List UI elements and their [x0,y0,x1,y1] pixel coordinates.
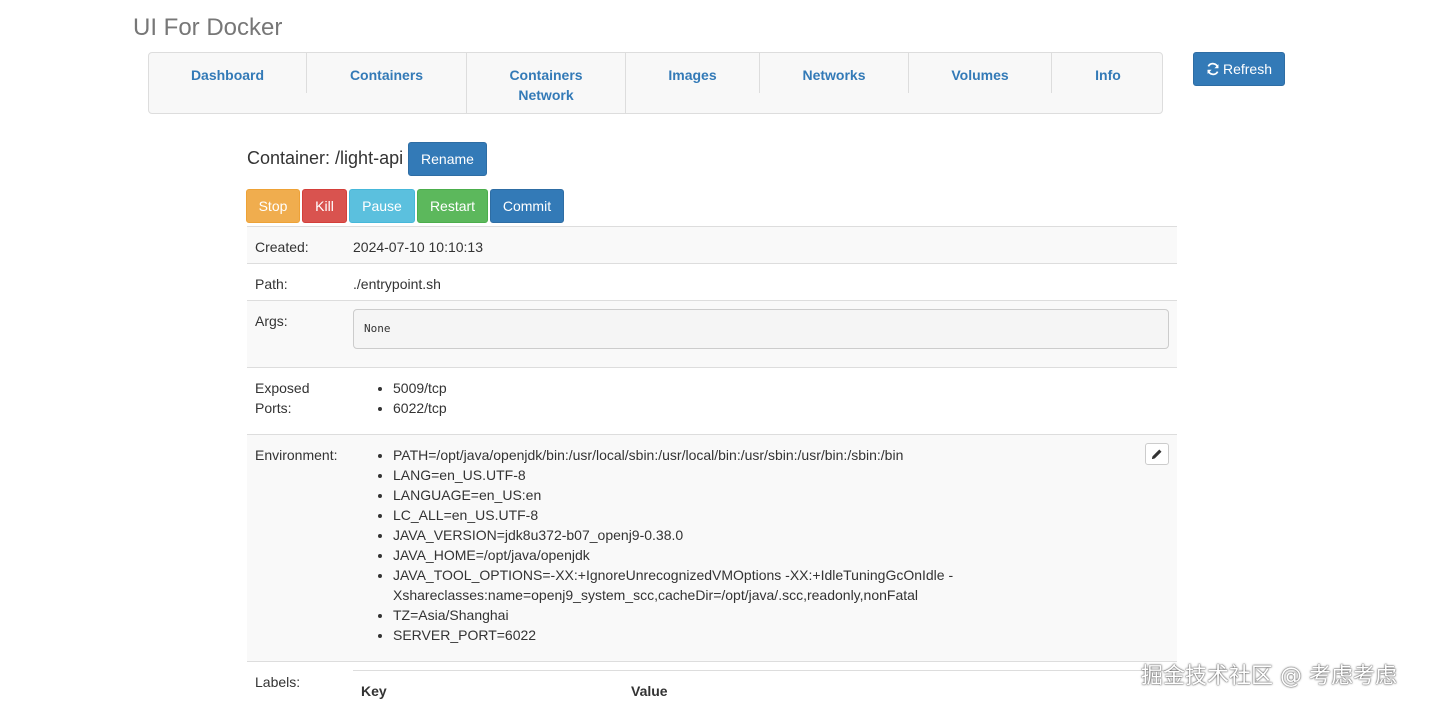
labels-label: Labels: [255,674,301,690]
watermark: 掘金技术社区 @ 考虑考虑 [1141,664,1397,689]
tab-networks[interactable]: Networks [760,53,908,115]
args-label: Args: [255,313,288,329]
pause-button[interactable]: Pause [349,189,415,223]
tab-info[interactable]: Info [1052,53,1164,115]
rename-button[interactable]: Rename [408,142,487,176]
environment-row: Environment: PATH=/opt/java/openjdk/bin:… [247,434,1177,662]
pencil-icon [1152,449,1162,459]
commit-button[interactable]: Commit [490,189,564,223]
args-value: None [353,309,1169,349]
list-item: JAVA_TOOL_OPTIONS=-XX:+IgnoreUnrecognize… [393,565,993,605]
tab-images[interactable]: Images [626,53,759,115]
path-row: Path: ./entrypoint.sh [247,263,1177,301]
labels-table: Key Value [353,670,1177,699]
environment-label: Environment: [255,447,338,463]
environment-list: PATH=/opt/java/openjdk/bin:/usr/local/sb… [393,445,993,645]
stop-button[interactable]: Stop [246,189,300,223]
list-item: SERVER_PORT=6022 [393,625,993,645]
args-row: Args: None [247,300,1177,368]
list-item: LANG=en_US.UTF-8 [393,465,993,485]
tab-containers[interactable]: Containers [307,53,466,115]
ports-list: 5009/tcp 6022/tcp [393,378,993,418]
list-item: PATH=/opt/java/openjdk/bin:/usr/local/sb… [393,445,993,465]
kill-button[interactable]: Kill [302,189,347,223]
app-brand[interactable]: UI For Docker [133,14,282,42]
refresh-button[interactable]: Refresh [1193,52,1285,86]
list-item: 5009/tcp [393,378,993,398]
labels-key-header: Key [361,683,387,699]
list-item: JAVA_VERSION=jdk8u372-b07_openj9-0.38.0 [393,525,993,545]
ports-label-line: Ports: [255,400,292,416]
list-item: JAVA_HOME=/opt/java/openjdk [393,545,993,565]
list-item: LANGUAGE=en_US:en [393,485,993,505]
main-nav: Dashboard Containers Containers Network … [148,52,1163,114]
refresh-icon [1207,62,1219,76]
ports-row: Exposed Ports: 5009/tcp 6022/tcp [247,367,1177,435]
created-value: 2024-07-10 10:10:13 [353,239,483,255]
container-title: Container: /light-api [247,148,404,168]
created-label: Created: [255,239,309,255]
path-label: Path: [255,276,288,292]
path-value: ./entrypoint.sh [353,276,441,292]
tab-dashboard[interactable]: Dashboard [149,53,306,115]
list-item: 6022/tcp [393,398,993,418]
ports-label-line: Exposed [255,380,310,396]
list-item: TZ=Asia/Shanghai [393,605,993,625]
list-item: LC_ALL=en_US.UTF-8 [393,505,993,525]
labels-row: Labels: Key Value [247,661,1177,707]
edit-environment-button[interactable] [1145,443,1169,465]
tab-containers-network[interactable]: Containers Network [467,53,625,115]
refresh-label: Refresh [1222,61,1273,77]
ports-label: Exposed Ports: [255,378,309,418]
created-row: Created: 2024-07-10 10:10:13 [247,226,1177,264]
restart-button[interactable]: Restart [417,189,488,223]
labels-value-header: Value [631,683,668,699]
tab-volumes[interactable]: Volumes [909,53,1051,115]
